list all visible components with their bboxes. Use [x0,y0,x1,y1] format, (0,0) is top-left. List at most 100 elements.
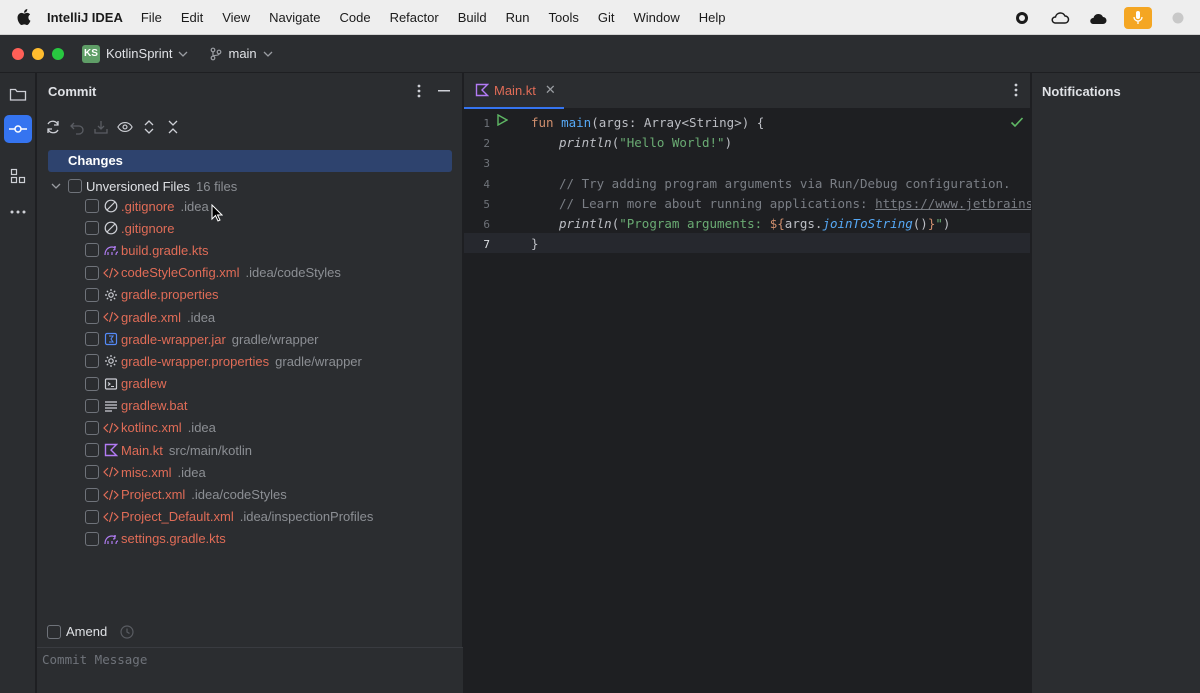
amend-option[interactable]: Amend [47,624,134,639]
structure-icon[interactable] [4,162,32,190]
menu-build[interactable]: Build [458,10,487,25]
file-checkbox[interactable] [85,487,99,502]
commit-history-clock-icon[interactable] [120,624,134,639]
xml-icon [103,464,119,480]
file-row[interactable]: gradle.properties [85,284,373,306]
file-checkbox[interactable] [85,332,99,347]
project-folder-icon[interactable] [4,80,32,108]
file-name: gradle.properties [121,287,219,303]
file-checkbox[interactable] [85,376,99,391]
code-content[interactable]: fun main(args: Array<String>) { println(… [531,110,1056,251]
file-row[interactable]: misc.xml .idea [85,461,373,483]
app-name-menu[interactable]: IntelliJ IDEA [47,10,123,25]
rollback-icon[interactable] [69,119,85,135]
commit-tool-icon[interactable] [4,115,32,143]
file-checkbox[interactable] [85,398,99,413]
file-checkbox[interactable] [85,221,99,236]
branch-selector[interactable]: main [228,46,256,61]
tab-main-kt[interactable]: Main.kt ✕ [464,73,564,109]
file-row[interactable]: .gitignore [85,217,373,239]
kotlin-icon [103,442,119,458]
file-path: .idea/inspectionProfiles [239,509,374,525]
jetbrains-link[interactable]: https://www.jetbrains.co [875,196,1056,211]
menu-run[interactable]: Run [506,10,530,25]
file-checkbox[interactable] [85,443,99,458]
collapse-all-icon[interactable] [165,119,181,135]
file-row[interactable]: gradlew.bat [85,395,373,417]
file-row[interactable]: gradle-wrapper.jar gradle/wrapper [85,328,373,350]
file-checkbox[interactable] [85,199,99,214]
menu-help[interactable]: Help [699,10,726,25]
creative-cloud-icon[interactable] [1086,7,1110,29]
menu-window[interactable]: Window [633,10,679,25]
macos-menu-bar: IntelliJ IDEA File Edit View Navigate Co… [0,0,1200,35]
file-row[interactable]: .gitignore .idea [85,195,373,217]
minimize-window-button[interactable] [32,47,44,60]
status-dot-icon[interactable] [1166,7,1190,29]
file-name: kotlinc.xml [121,420,182,436]
more-options-icon[interactable] [411,83,427,99]
minimize-panel-icon[interactable] [436,83,452,99]
file-checkbox[interactable] [85,465,99,480]
project-badge[interactable]: KS [82,44,100,63]
file-row[interactable]: kotlinc.xml .idea [85,417,373,439]
file-checkbox[interactable] [85,287,99,302]
file-row[interactable]: build.gradle.kts [85,239,373,261]
menu-view[interactable]: View [222,10,250,25]
file-row[interactable]: settings.gradle.kts [85,528,373,550]
file-checkbox[interactable] [85,265,99,280]
file-row[interactable]: Project.xml .idea/codeStyles [85,483,373,505]
chevron-down-icon[interactable] [178,51,188,57]
file-checkbox[interactable] [85,310,99,325]
file-name: Project_Default.xml [121,509,234,525]
close-tab-icon[interactable]: ✕ [545,82,556,98]
project-selector[interactable]: KotlinSprint [106,46,172,61]
show-diff-eye-icon[interactable] [117,119,133,135]
file-row[interactable]: Project_Default.xml .idea/inspectionProfi… [85,506,373,528]
file-row[interactable]: gradle.xml .idea [85,306,373,328]
file-checkbox[interactable] [85,509,99,524]
menu-git[interactable]: Git [598,10,615,25]
run-gutter-icon[interactable] [496,113,509,129]
file-row[interactable]: Main.kt src/main/kotlin [85,439,373,461]
record-icon[interactable] [1010,7,1034,29]
commit-tool-window: Commit Changes Unversioned Files 16 file… [37,73,463,693]
cloud-sync-icon[interactable] [1048,7,1072,29]
menu-file[interactable]: File [141,10,162,25]
expand-all-icon[interactable] [141,119,157,135]
file-row[interactable]: gradlew [85,373,373,395]
changes-changelist[interactable]: Changes [48,150,452,172]
shelve-icon[interactable] [93,119,109,135]
menu-navigate[interactable]: Navigate [269,10,320,25]
kotlin-icon [475,83,489,97]
file-checkbox[interactable] [85,243,99,258]
git-branch-icon[interactable] [210,47,222,61]
file-checkbox[interactable] [85,531,99,546]
close-window-button[interactable] [12,47,24,60]
file-checkbox[interactable] [85,354,99,369]
chevron-down-icon[interactable] [51,183,65,189]
refresh-icon[interactable] [45,119,61,135]
file-row[interactable]: gradle-wrapper.properties gradle/wrapper [85,350,373,372]
microphone-icon[interactable] [1124,6,1152,29]
file-checkbox[interactable] [85,420,99,435]
unversioned-files-group[interactable]: Unversioned Files 16 files [51,175,237,197]
zoom-window-button[interactable] [52,47,64,60]
current-line-highlight [464,233,1030,253]
menu-code[interactable]: Code [339,10,370,25]
file-row[interactable]: codeStyleConfig.xml .idea/codeStyles [85,262,373,284]
commit-message-input[interactable] [42,652,442,667]
more-options-icon[interactable] [1014,83,1018,97]
file-name: build.gradle.kts [121,242,209,258]
more-tools-icon[interactable] [4,198,32,226]
menu-tools[interactable]: Tools [548,10,578,25]
no-problems-check-icon[interactable] [1010,116,1024,131]
window-controls [12,47,64,60]
menu-edit[interactable]: Edit [181,10,203,25]
unversioned-files-checkbox[interactable] [68,179,82,193]
file-name: gradle.xml [121,309,181,325]
apple-icon[interactable] [17,9,31,25]
menu-refactor[interactable]: Refactor [390,10,439,25]
chevron-down-icon[interactable] [263,51,273,57]
amend-checkbox[interactable] [47,624,61,639]
